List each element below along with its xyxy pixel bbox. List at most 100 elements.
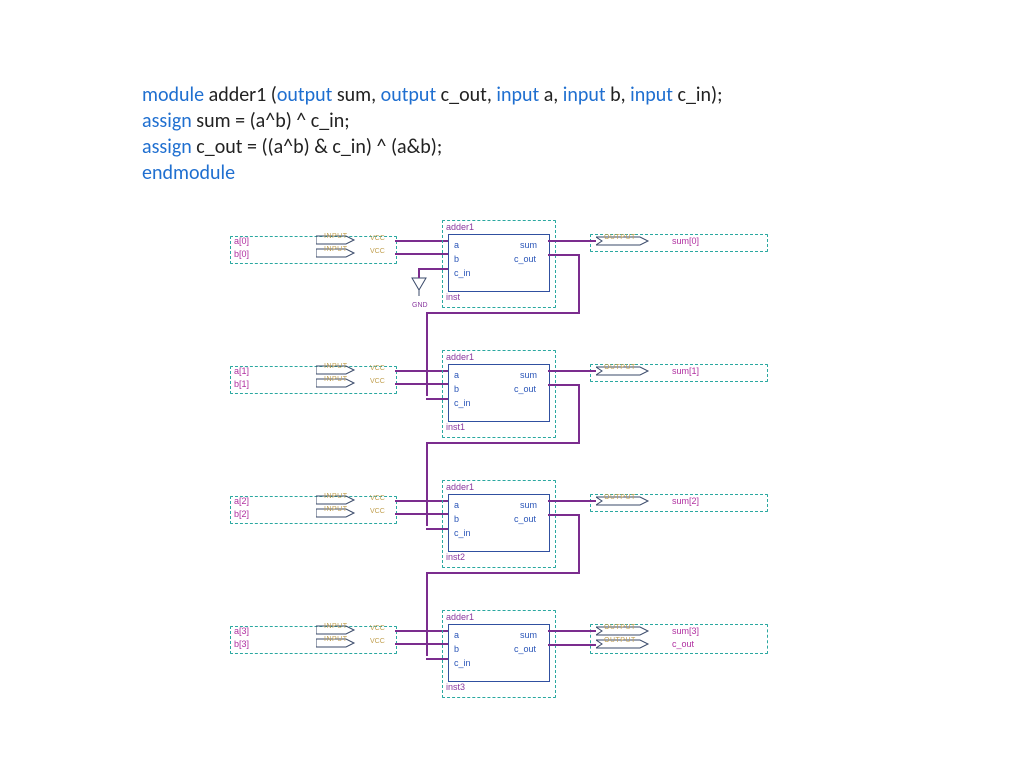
carry-wire <box>578 254 580 314</box>
adder-instance-name: inst <box>446 292 460 302</box>
port-c_out: c_out <box>514 254 536 264</box>
port-sum: sum <box>520 240 537 250</box>
port-b: b <box>454 644 459 654</box>
code-line-4: endmodule <box>142 160 722 186</box>
adder-title: adder1 <box>446 482 474 492</box>
input-tag: INPUT <box>324 246 348 253</box>
input-tag: INPUT <box>324 233 348 240</box>
carry-wire <box>426 312 580 314</box>
port-b: b <box>454 384 459 394</box>
code-line-1: module adder1 (output sum, output c_out,… <box>142 82 722 108</box>
pin-b-label: b[2] <box>234 509 249 519</box>
wire <box>395 500 448 502</box>
carry-wire <box>426 572 580 574</box>
output-tag: OUTPUT <box>604 637 636 644</box>
port-b: b <box>454 254 459 264</box>
carry-wire <box>426 658 448 660</box>
port-c_in: c_in <box>454 398 471 408</box>
carry-wire <box>548 384 578 386</box>
port-sum: sum <box>520 370 537 380</box>
pin-a-label: a[3] <box>234 626 249 636</box>
wire <box>548 240 596 242</box>
adder-stage: a[1]b[1] INPUTVCC INPUTVCCadder1inst1abc… <box>230 346 790 474</box>
port-sum: sum <box>520 500 537 510</box>
pin-b-label: b[1] <box>234 379 249 389</box>
output-sum-label: sum[0] <box>672 236 699 246</box>
adder-instance-name: inst2 <box>446 552 465 562</box>
wire <box>548 644 596 646</box>
output-tag: OUTPUT <box>604 234 636 241</box>
port-b: b <box>454 514 459 524</box>
schematic-diagram: a[0]b[0] INPUTVCC INPUTVCCadder1instabc_… <box>230 216 790 736</box>
wire <box>548 630 596 632</box>
carry-wire <box>548 514 578 516</box>
pin-a-label: a[0] <box>234 236 249 246</box>
output-tag: OUTPUT <box>604 624 636 631</box>
pin-a-label: a[2] <box>234 496 249 506</box>
output-sum-label: sum[1] <box>672 366 699 376</box>
input-tag: INPUT <box>324 363 348 370</box>
vcc-label: VCC <box>370 625 385 632</box>
pin-a-label: a[1] <box>234 366 249 376</box>
output-cout-label: c_out <box>672 639 694 649</box>
port-a: a <box>454 370 459 380</box>
wire <box>395 240 448 242</box>
output-tag: OUTPUT <box>604 494 636 501</box>
adder-stage: a[0] b[0] INPUT VCC INPUT VCC adder1 inst ab c_… <box>230 216 790 344</box>
output-tag: OUTPUT <box>604 364 636 371</box>
port-c_in: c_in <box>454 268 471 278</box>
carry-wire <box>426 528 448 530</box>
adder-title: adder1 <box>446 612 474 622</box>
input-tag: INPUT <box>324 376 348 383</box>
port-c_out: c_out <box>514 514 536 524</box>
input-tag: INPUT <box>324 623 348 630</box>
port-a: a <box>454 500 459 510</box>
wire <box>548 370 596 372</box>
wire <box>395 383 448 385</box>
carry-wire <box>578 384 580 444</box>
port-a: a <box>454 630 459 640</box>
port-c_out: c_out <box>514 384 536 394</box>
adder-stage: a[3]b[3] INPUTVCC INPUTVCCadder1inst3abc… <box>230 606 790 734</box>
port-a: a <box>454 240 459 250</box>
wire <box>548 500 596 502</box>
port-c_in: c_in <box>454 658 471 668</box>
gnd-label: GND <box>412 302 428 309</box>
adder-title: adder1 <box>446 352 474 362</box>
wire <box>395 253 448 255</box>
output-sum-label: sum[3] <box>672 626 699 636</box>
pin-b-label: b[0] <box>234 249 249 259</box>
wire <box>395 513 448 515</box>
carry-wire <box>426 398 448 400</box>
carry-wire <box>578 514 580 574</box>
adder-title: adder1 <box>446 222 474 232</box>
wire <box>395 630 448 632</box>
wire <box>395 370 448 372</box>
verilog-code: module adder1 (output sum, output c_out,… <box>142 82 722 186</box>
adder-stage: a[2]b[2] INPUTVCC INPUTVCCadder1inst2abc… <box>230 476 790 604</box>
vcc-label: VCC <box>370 365 385 372</box>
input-tag: INPUT <box>324 493 348 500</box>
output-sum-label: sum[2] <box>672 496 699 506</box>
port-c_out: c_out <box>514 644 536 654</box>
carry-wire <box>426 442 580 444</box>
vcc-label: VCC <box>370 248 385 255</box>
carry-wire <box>548 254 578 256</box>
code-line-3: assign c_out = ((a^b) & c_in) ^ (a&b); <box>142 134 722 160</box>
input-tag: INPUT <box>324 636 348 643</box>
adder-instance-name: inst1 <box>446 422 465 432</box>
wire <box>395 643 448 645</box>
pin-b-label: b[3] <box>234 639 249 649</box>
port-c_in: c_in <box>454 528 471 538</box>
port-sum: sum <box>520 630 537 640</box>
wire <box>418 268 448 270</box>
adder-instance-name: inst3 <box>446 682 465 692</box>
input-tag: INPUT <box>324 506 348 513</box>
vcc-label: VCC <box>370 508 385 515</box>
vcc-label: VCC <box>370 638 385 645</box>
vcc-label: VCC <box>370 235 385 242</box>
code-line-2: assign sum = (a^b) ^ c_in; <box>142 108 722 134</box>
vcc-label: VCC <box>370 378 385 385</box>
keyword: module <box>142 83 204 107</box>
vcc-label: VCC <box>370 495 385 502</box>
